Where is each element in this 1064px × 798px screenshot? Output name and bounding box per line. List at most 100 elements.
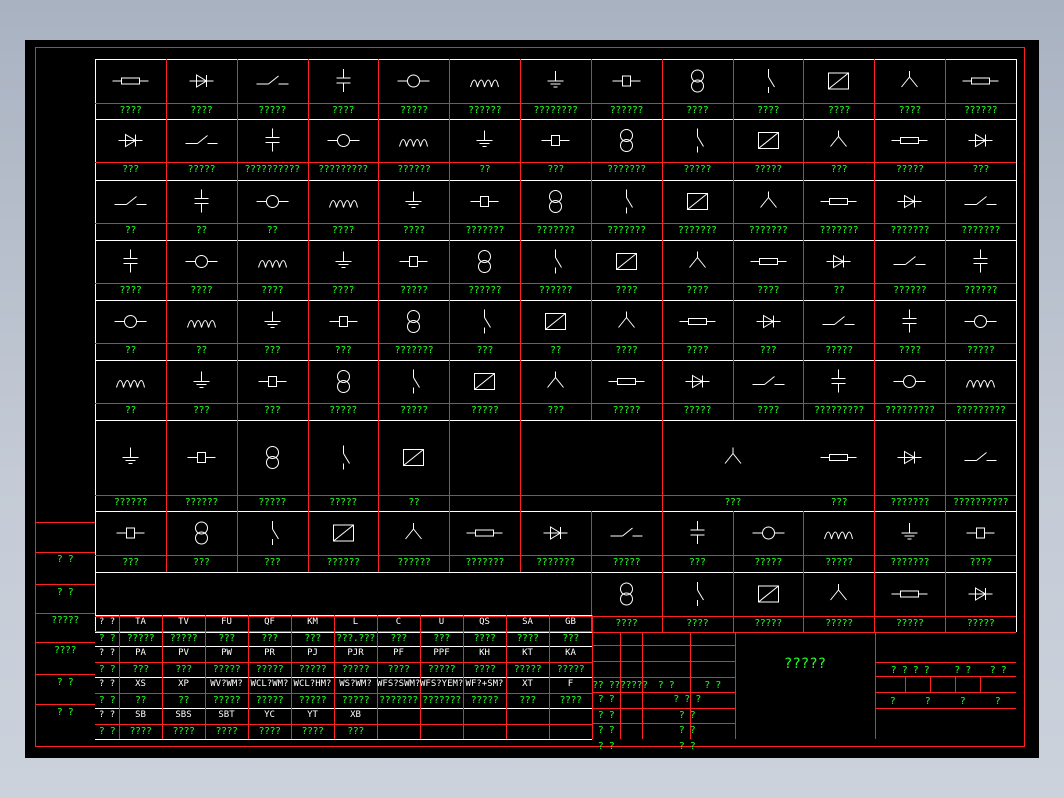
breaker-trip-icon[interactable] (874, 511, 945, 555)
antenna-icon[interactable] (733, 360, 804, 403)
inductor-icon[interactable] (520, 59, 591, 103)
coil-red-icon[interactable] (874, 240, 945, 283)
contactor-no-icon[interactable] (449, 240, 520, 283)
switch-key-icon[interactable] (166, 420, 237, 495)
indicator-lamp-icon[interactable] (733, 59, 804, 103)
three-winding-transformer-icon[interactable] (945, 420, 1016, 495)
fuse-switch-icon[interactable] (237, 240, 308, 283)
temperature-switch-icon[interactable] (945, 180, 1016, 223)
valve-icon[interactable] (237, 300, 308, 343)
motor-m-icon[interactable] (874, 572, 945, 616)
disconnector-icon[interactable] (378, 511, 449, 555)
ammeter-icon[interactable] (166, 360, 237, 403)
lightning-arrester-icon[interactable] (733, 572, 804, 616)
limit-switch-no-icon[interactable] (662, 180, 733, 223)
switch-key-2-icon[interactable] (237, 420, 308, 495)
no-contact-icon[interactable] (95, 180, 166, 223)
time-delay-nc-icon[interactable] (591, 180, 662, 223)
phase-protector-icon[interactable] (308, 511, 379, 555)
hour-meter-icon[interactable] (662, 360, 733, 403)
contactor-nc-icon[interactable] (520, 240, 591, 283)
relay-coil-icon[interactable] (733, 240, 804, 283)
load-switch-icon[interactable] (449, 511, 520, 555)
plug-icon[interactable] (591, 300, 662, 343)
meter-icon[interactable] (95, 360, 166, 403)
overload-trip-icon[interactable] (945, 300, 1016, 343)
thermal-relay-contact-icon[interactable] (95, 240, 166, 283)
antenna-2-icon[interactable] (803, 360, 874, 403)
isolator-icon[interactable] (803, 511, 874, 555)
voltmeter-icon[interactable] (237, 360, 308, 403)
thermistor-icon[interactable] (874, 300, 945, 343)
diode-icon[interactable] (95, 119, 166, 162)
frequency-meter-icon[interactable] (520, 360, 591, 403)
bridge-circuit-icon[interactable] (662, 420, 804, 495)
varmeter-icon[interactable] (378, 360, 449, 403)
fuse-disconnector-icon[interactable] (378, 300, 449, 343)
earth-ground-icon[interactable] (803, 59, 874, 103)
emergency-stop-icon[interactable] (308, 240, 379, 283)
led-icon[interactable] (166, 119, 237, 162)
changeover-contact-icon[interactable] (237, 180, 308, 223)
rectifier-icon[interactable] (803, 119, 874, 162)
relay-coil-green-icon[interactable] (662, 240, 733, 283)
capacitor-icon[interactable] (378, 59, 449, 103)
fuse-icon[interactable] (308, 300, 379, 343)
terminal-block-icon[interactable] (449, 300, 520, 343)
make-before-break-icon[interactable] (308, 180, 379, 223)
variable-resistor-icon[interactable] (166, 59, 237, 103)
arrow-up-icon[interactable] (591, 572, 662, 616)
socket-icon[interactable] (662, 300, 733, 343)
switch-key-3-icon[interactable] (308, 420, 379, 495)
time-delay-off-icon[interactable] (520, 180, 591, 223)
potentiometer-icon[interactable] (237, 59, 308, 103)
knob-icon[interactable] (520, 300, 591, 343)
bell-icon[interactable] (237, 119, 308, 162)
solenoid-icon[interactable] (95, 300, 166, 343)
buzzer-icon[interactable] (308, 119, 379, 162)
antenna-4-icon[interactable] (945, 360, 1016, 403)
limit-switch-nc-icon[interactable] (733, 180, 804, 223)
surge-arrester-icon[interactable] (803, 572, 874, 616)
chassis-ground-icon[interactable] (945, 59, 1016, 103)
generator-g-icon[interactable] (945, 572, 1016, 616)
two-winding-transformer-icon[interactable] (874, 420, 945, 495)
fuse-resistor-icon[interactable] (166, 511, 237, 555)
breaker-2pole-icon[interactable] (733, 511, 804, 555)
pushbutton-contact-icon[interactable] (378, 180, 449, 223)
coil-icon[interactable] (803, 240, 874, 283)
isolation-transformer-icon[interactable] (733, 119, 804, 162)
current-transformer-icon[interactable] (591, 119, 662, 162)
thermal-relay-nc-icon[interactable] (166, 240, 237, 283)
breaker-switch-icon[interactable] (662, 511, 733, 555)
three-pole-switch-icon[interactable] (520, 511, 591, 555)
lamp-socket-icon[interactable] (662, 59, 733, 103)
relay-box-icon[interactable] (945, 511, 1016, 555)
nc-contact-icon[interactable] (166, 180, 237, 223)
time-delay-on-icon[interactable] (449, 180, 520, 223)
motor-starter-icon[interactable] (591, 511, 662, 555)
bridge-circuit-2-icon[interactable] (803, 420, 874, 495)
battery-icon[interactable] (520, 119, 591, 162)
thermal-overload-icon[interactable] (237, 511, 308, 555)
protective-earth-icon[interactable] (874, 59, 945, 103)
counter-icon[interactable] (591, 360, 662, 403)
heater-coil-icon[interactable] (803, 300, 874, 343)
breaker-contact-icon[interactable] (591, 240, 662, 283)
wattmeter-icon[interactable] (308, 360, 379, 403)
plug-socket-icon[interactable] (95, 420, 166, 495)
energy-meter-icon[interactable] (449, 360, 520, 403)
selector-switch-icon[interactable] (378, 240, 449, 283)
antenna-3-icon[interactable] (874, 360, 945, 403)
pressure-switch-icon[interactable] (803, 180, 874, 223)
lamp-cross-icon[interactable] (733, 300, 804, 343)
brake-coil-icon[interactable] (166, 300, 237, 343)
polarized-capacitor-icon[interactable] (449, 59, 520, 103)
heater-element-icon[interactable] (308, 59, 379, 103)
transformer-icon[interactable] (378, 119, 449, 162)
float-switch-icon[interactable] (874, 180, 945, 223)
battery-cell-icon[interactable] (449, 119, 520, 162)
motor-3phase-icon[interactable] (378, 420, 449, 495)
iron-core-inductor-icon[interactable] (591, 59, 662, 103)
resistor-icon[interactable] (95, 59, 166, 103)
